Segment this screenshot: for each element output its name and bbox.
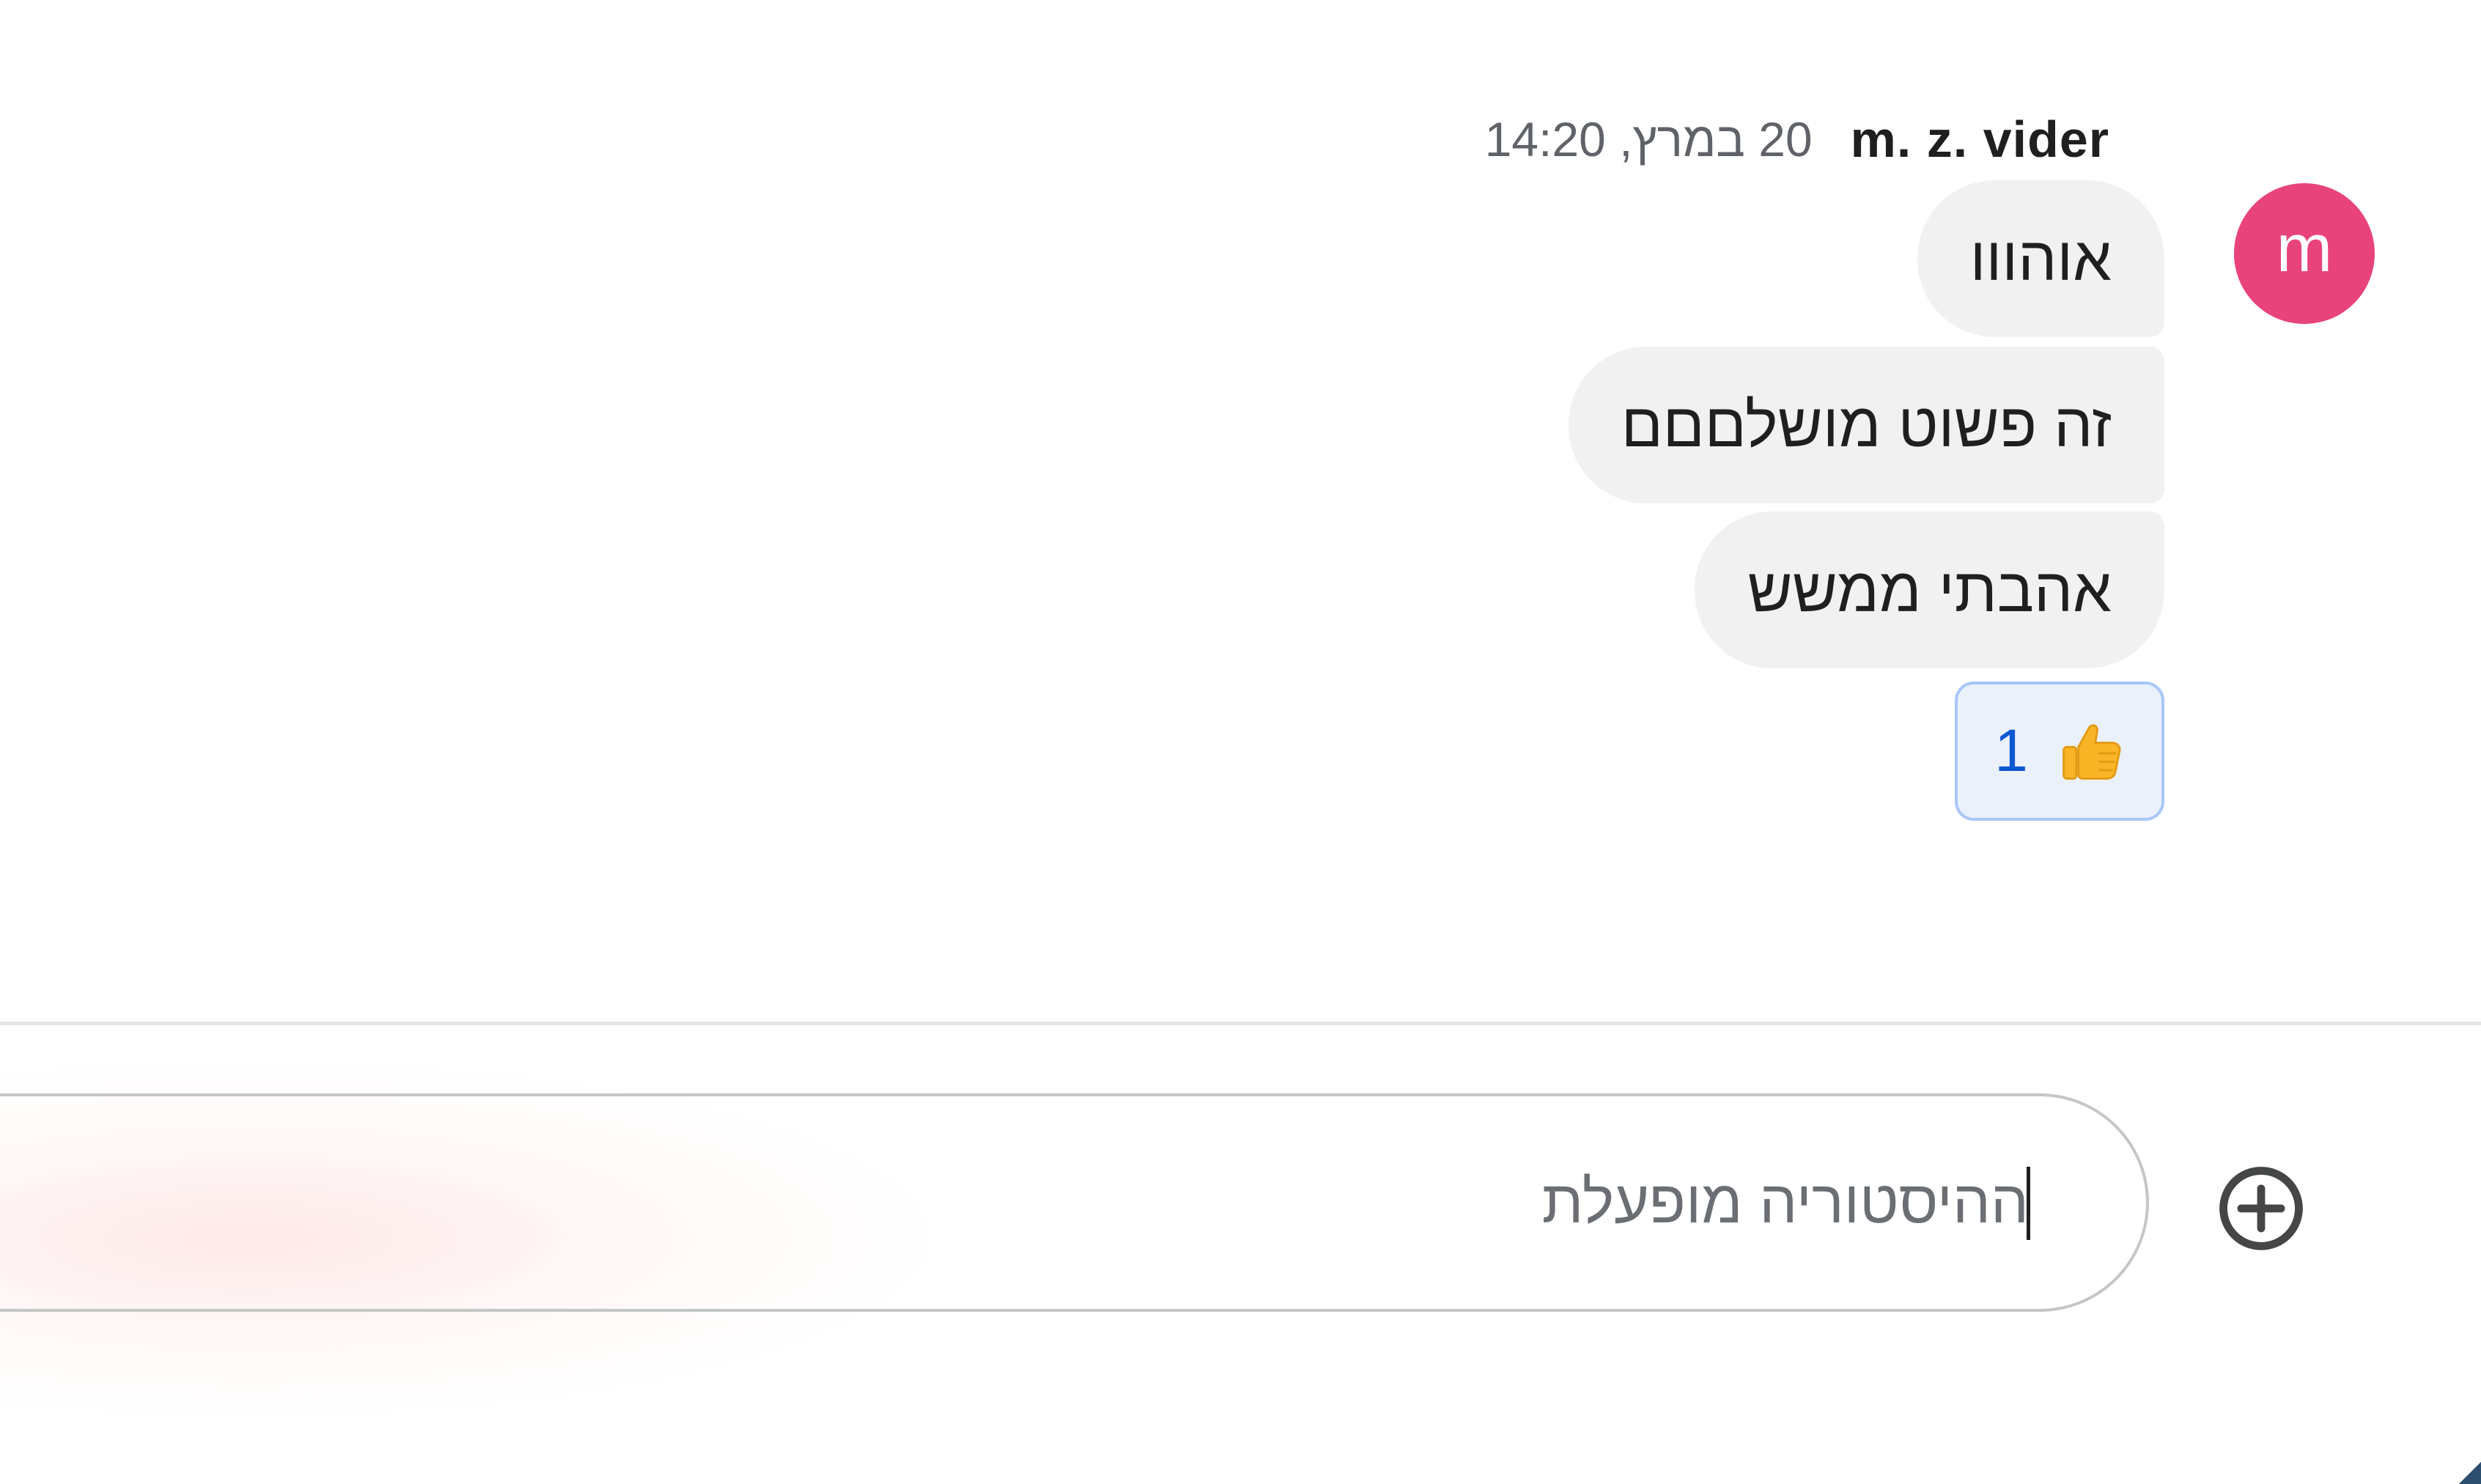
message-bubble[interactable]: אוהווו	[1917, 180, 2164, 337]
message-text: זה פשוט מושלםםם	[1621, 390, 2112, 459]
avatar[interactable]: m	[2234, 183, 2375, 324]
text-cursor	[2027, 1167, 2030, 1240]
message-timestamp: 20 במרץ, 14:20	[1484, 112, 1813, 166]
message-text: אוהווו	[1969, 224, 2112, 293]
reaction-count: 1	[1994, 717, 2028, 784]
message-text: אהבתי ממשש	[1747, 555, 2112, 624]
thumbs-up-icon	[2062, 724, 2121, 780]
message-input[interactable]	[123, 1159, 2029, 1247]
reaction-chip[interactable]: 1	[1955, 682, 2164, 821]
avatar-initial: m	[2276, 211, 2333, 286]
divider	[0, 1022, 2481, 1025]
sender-name[interactable]: m. z. vider	[1851, 110, 2109, 169]
message-composer[interactable]	[0, 1093, 2149, 1312]
corner-accent	[2459, 1462, 2481, 1484]
message-bubble[interactable]: זה פשוט מושלםםם	[1568, 347, 2164, 503]
plus-circle-icon	[2219, 1167, 2303, 1250]
chat-page: m 20 במרץ, 14:20 m. z. vider אוהווו זה פ…	[0, 0, 2481, 1484]
message-header: 20 במרץ, 14:20 m. z. vider	[1485, 110, 2109, 169]
add-button[interactable]	[2213, 1161, 2309, 1256]
message-bubble[interactable]: אהבתי ממשש	[1695, 512, 2164, 668]
